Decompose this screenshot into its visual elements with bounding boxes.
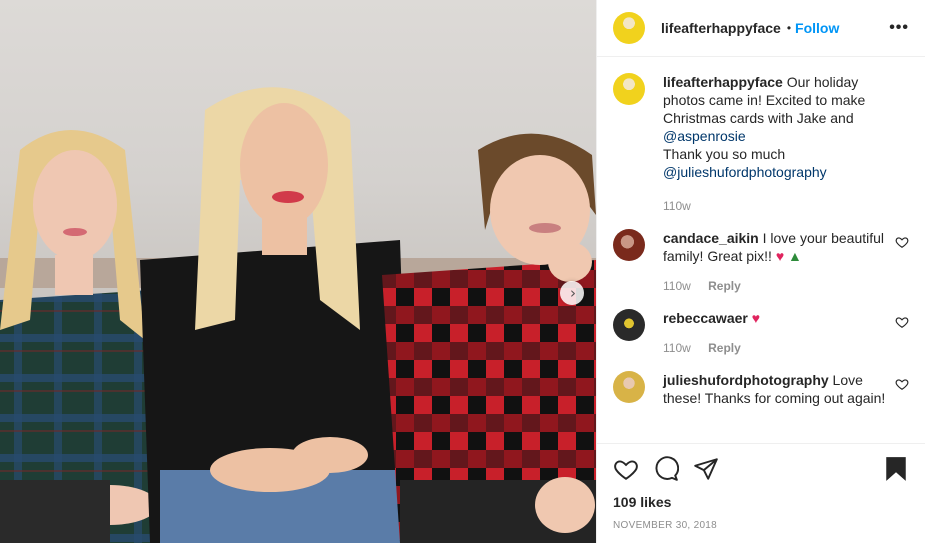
avatar[interactable] — [613, 309, 645, 341]
post-photo[interactable]: › — [0, 0, 596, 543]
bookmark-icon[interactable] — [883, 456, 909, 482]
avatar[interactable] — [613, 73, 645, 105]
comment-item: rebeccawaer ♥ 110w Reply — [613, 309, 909, 357]
like-comment-heart-icon[interactable] — [895, 377, 909, 391]
comment-username[interactable]: julieshufordphotography — [663, 372, 829, 388]
share-icon[interactable] — [693, 456, 719, 482]
heart-icon[interactable] — [613, 456, 639, 482]
caption-text-2: Thank you so much — [663, 146, 786, 162]
avatar[interactable] — [613, 371, 645, 403]
reply-button[interactable]: Reply — [708, 341, 741, 355]
like-comment-heart-icon[interactable] — [895, 315, 909, 329]
comment-icon[interactable] — [653, 456, 679, 482]
comment-item: julieshufordphotography Love these! Than… — [613, 371, 909, 407]
post-sidebar: lifeafterhappyface • Follow ••• lifeafte… — [596, 0, 925, 543]
heart-emoji-icon: ♥ — [751, 310, 761, 326]
christmas-tree-emoji-icon: ▲ — [788, 248, 802, 264]
avatar[interactable] — [613, 229, 645, 261]
caption-time[interactable]: 110w — [663, 199, 691, 213]
action-icons — [613, 454, 909, 484]
caption: lifeafterhappyface Our holiday photos ca… — [613, 73, 909, 215]
caption-mention-2[interactable]: @julieshufordphotography — [663, 164, 827, 180]
header-separator: • — [786, 21, 792, 35]
header-username[interactable]: lifeafterhappyface — [661, 20, 781, 36]
chevron-right-icon: › — [570, 283, 576, 302]
comment-time[interactable]: 110w — [663, 341, 691, 355]
follow-button[interactable]: Follow — [795, 20, 839, 36]
caption-username[interactable]: lifeafterhappyface — [663, 74, 783, 90]
likes-count[interactable]: 109 likes — [613, 494, 909, 510]
comment-item: candace_aikin I love your beautiful fami… — [613, 229, 909, 295]
comment-time[interactable]: 110w — [663, 279, 691, 293]
avatar[interactable] — [613, 12, 645, 44]
comment-username[interactable]: candace_aikin — [663, 230, 759, 246]
next-photo-button[interactable]: › — [560, 281, 584, 305]
post-header: lifeafterhappyface • Follow ••• — [597, 0, 925, 57]
caption-mention-1[interactable]: @aspenrosie — [663, 128, 746, 144]
comment-username[interactable]: rebeccawaer — [663, 310, 748, 326]
family-photo-illustration — [0, 87, 596, 543]
post-actions: 109 likes NOVEMBER 30, 2018 — [597, 443, 925, 543]
post-container: › lifeafterhappyface • Follow ••• lifeaf… — [0, 0, 925, 543]
comments-list[interactable]: lifeafterhappyface Our holiday photos ca… — [597, 57, 925, 443]
post-date[interactable]: NOVEMBER 30, 2018 — [613, 520, 909, 531]
reply-button[interactable]: Reply — [708, 279, 741, 293]
like-comment-heart-icon[interactable] — [895, 235, 909, 249]
more-options-icon[interactable]: ••• — [889, 19, 909, 37]
heart-emoji-icon: ♥ — [775, 248, 785, 264]
